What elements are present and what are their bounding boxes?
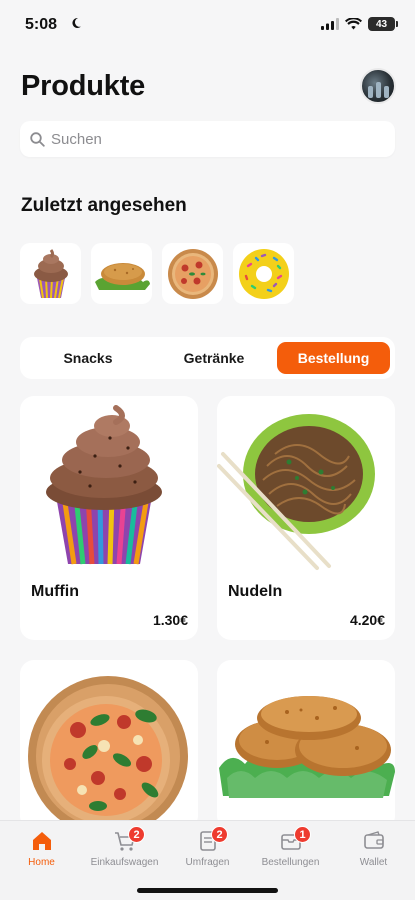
recently-viewed-list [20, 243, 294, 304]
tabbar-item-surveys[interactable]: 2 Umfragen [166, 826, 249, 868]
battery-level: 43 [375, 18, 388, 30]
product-card[interactable]: Nudeln 4.20€ [217, 396, 395, 640]
pizza-thumbnail [167, 248, 218, 299]
schnitzel-thumbnail [94, 262, 150, 290]
tabbar-label-surveys: Umfragen [185, 857, 230, 868]
tabbar-label-wallet: Wallet [359, 857, 388, 868]
search-icon [30, 131, 45, 147]
tabbar-item-home[interactable]: Home [0, 829, 83, 868]
avatar[interactable] [360, 68, 396, 104]
recent-item-cupcake[interactable] [20, 243, 81, 304]
tabbar-label-orders: Bestellungen [261, 857, 320, 868]
home-icon [32, 832, 51, 850]
category-tabs: Snacks Getränke Bestellung [20, 337, 395, 379]
cupcake-thumbnail [33, 248, 68, 298]
moon-icon [72, 17, 81, 28]
product-price: 1.30€ [152, 612, 188, 628]
product-price: 4.20€ [349, 612, 385, 628]
product-card[interactable]: Muffin 1.30€ [20, 396, 198, 640]
tab-snacks[interactable]: Snacks [25, 342, 151, 374]
status-bar: 5:08 43 [0, 0, 415, 50]
noodles-image [217, 414, 375, 570]
pizza-image [28, 676, 188, 830]
tabbar-item-orders[interactable]: 1 Bestellungen [249, 826, 332, 868]
battery-indicator: 43 [368, 17, 398, 31]
recent-item-donut[interactable] [233, 243, 294, 304]
schnitzel-image [219, 696, 395, 798]
search-input[interactable] [51, 130, 351, 148]
tabbar-item-cart[interactable]: 2 Einkaufswagen [83, 826, 166, 868]
survey-badge: 2 [211, 826, 228, 843]
tabbar-item-wallet[interactable]: Wallet [332, 829, 415, 868]
home-indicator [137, 888, 278, 893]
page-title: Produkte [21, 70, 146, 102]
product-name: Nudeln [228, 583, 283, 600]
donut-thumbnail [238, 248, 289, 299]
recently-viewed-title: Zuletzt angesehen [21, 195, 187, 216]
cart-badge: 2 [128, 826, 145, 843]
product-name: Muffin [31, 583, 79, 600]
status-time: 5:08 [25, 16, 58, 33]
status-indicators: 43 [321, 17, 398, 31]
product-card[interactable] [20, 660, 198, 830]
wallet-icon [363, 831, 384, 849]
wifi-icon [345, 18, 362, 30]
recent-item-schnitzel[interactable] [91, 243, 152, 304]
tab-bestellung[interactable]: Bestellung [277, 342, 390, 374]
tabbar-label-home: Home [28, 857, 55, 868]
tab-getraenke[interactable]: Getränke [151, 342, 277, 374]
recent-item-pizza[interactable] [162, 243, 223, 304]
tabbar-label-cart: Einkaufswagen [90, 857, 159, 868]
cellular-signal-icon [321, 18, 339, 30]
orders-badge: 1 [294, 826, 311, 843]
search-bar[interactable] [20, 121, 395, 157]
muffin-image [46, 405, 162, 565]
product-card[interactable] [217, 660, 395, 830]
